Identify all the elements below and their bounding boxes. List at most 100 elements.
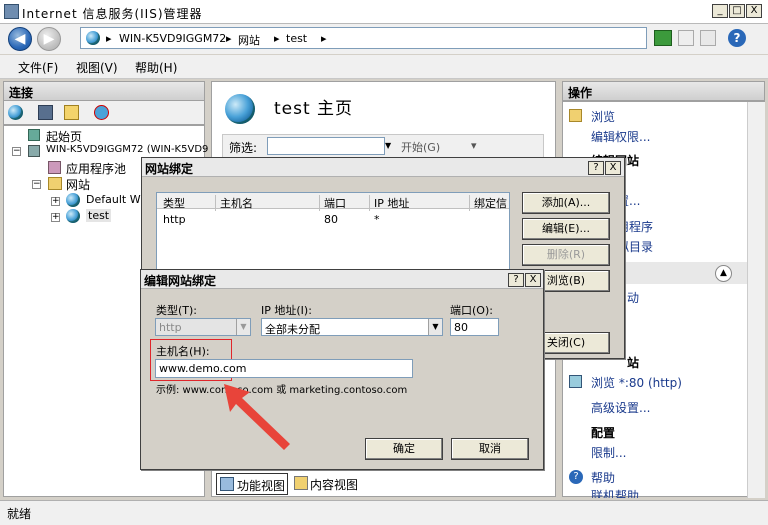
- col-host[interactable]: 主机名: [215, 195, 253, 211]
- action-browse-port-80[interactable]: 浏览 *:80 (http): [591, 374, 682, 391]
- breadcrumb-test[interactable]: test: [286, 32, 307, 45]
- action-browse[interactable]: 浏览: [591, 108, 615, 125]
- breadcrumb-sep: ▸: [321, 32, 327, 45]
- tree-item-start-page[interactable]: 起始页: [46, 128, 82, 145]
- collapse-icon[interactable]: ▲: [715, 265, 732, 282]
- breadcrumb-sep: ▸: [226, 32, 232, 45]
- tree-toggle[interactable]: +: [51, 197, 60, 206]
- host-label: 主机名(H):: [156, 345, 210, 358]
- content-view-label: 内容视图: [310, 478, 359, 492]
- edit-binding-title-bar: 编辑网站绑定: [141, 270, 543, 289]
- home-icon[interactable]: [700, 30, 716, 46]
- breadcrumb-sep: ▸: [274, 32, 280, 45]
- back-icon[interactable]: ◀: [8, 27, 32, 51]
- action-edit-permissions[interactable]: 编辑权限...: [591, 128, 650, 145]
- window-title-bar: Internet 信息服务(IIS)管理器 _ □ X: [0, 0, 768, 24]
- tree-item-test[interactable]: test: [86, 209, 112, 222]
- help-icon[interactable]: ?: [728, 29, 746, 47]
- tree-toggle[interactable]: +: [51, 213, 60, 222]
- start-page-icon: [28, 129, 40, 141]
- action-restart[interactable]: 动: [627, 289, 639, 306]
- menu-help[interactable]: 帮助(H): [135, 59, 177, 76]
- server-icon: [28, 145, 40, 157]
- server-globe-icon: [86, 31, 100, 45]
- filter-dropdown-icon[interactable]: ▼: [385, 137, 395, 155]
- connections-header: 连接: [3, 81, 205, 101]
- site-bindings-close-button[interactable]: X: [605, 161, 621, 175]
- type-dropdown-icon: ▼: [236, 319, 250, 335]
- cancel-button[interactable]: 取消: [451, 438, 529, 460]
- tree-toggle[interactable]: −: [32, 180, 41, 189]
- ip-select[interactable]: 全部未分配: [261, 318, 443, 336]
- col-info[interactable]: 绑定信: [469, 195, 509, 211]
- stop-icon[interactable]: [678, 30, 694, 46]
- feature-view-label: 功能视图: [237, 479, 286, 493]
- content-view-icon: [294, 476, 308, 490]
- sites-folder-icon: [48, 177, 62, 190]
- col-port[interactable]: 端口: [319, 195, 346, 211]
- browse-folder-icon: [569, 109, 582, 122]
- refresh-icon[interactable]: [654, 30, 672, 46]
- site-globe-icon: [66, 209, 80, 223]
- ip-label: IP 地址(I):: [261, 304, 312, 317]
- site-bindings-title: 网站绑定: [145, 162, 194, 176]
- section-browse-site: 站: [627, 356, 640, 370]
- start-dropdown-icon[interactable]: ▾: [471, 139, 477, 152]
- breadcrumb[interactable]: ▸ WIN-K5VD9IGGM72 ▸ 网站 ▸ test ▸: [80, 27, 647, 49]
- action-online-help[interactable]: 联机帮助: [591, 487, 639, 498]
- actions-scrollbar[interactable]: [747, 102, 765, 498]
- up-icon[interactable]: [64, 105, 79, 120]
- menu-file[interactable]: 文件(F): [18, 59, 58, 76]
- tree-item-default-site[interactable]: Default W: [86, 193, 141, 206]
- site-globe-icon: [66, 193, 80, 207]
- action-help[interactable]: 帮助: [591, 469, 615, 486]
- row-type[interactable]: http: [163, 213, 186, 226]
- port-label: 端口(O):: [450, 304, 493, 317]
- section-configure: 配置: [591, 426, 616, 440]
- filter-input[interactable]: [267, 137, 385, 155]
- status-bar: 就绪: [0, 500, 768, 525]
- disconnect-icon[interactable]: [94, 105, 109, 120]
- status-text: 就绪: [7, 507, 32, 521]
- add-binding-button[interactable]: 添加(A)...: [522, 192, 610, 214]
- row-port[interactable]: 80: [324, 213, 338, 226]
- col-type[interactable]: 类型: [163, 195, 185, 211]
- edit-binding-help-button[interactable]: ?: [508, 273, 524, 287]
- row-ip[interactable]: *: [374, 213, 380, 226]
- maximize-button[interactable]: □: [729, 4, 745, 18]
- tree-item-server[interactable]: WIN-K5VD9IGGM72 (WIN-K5VD9: [46, 144, 208, 155]
- port-input[interactable]: 80: [450, 318, 499, 336]
- host-input[interactable]: www.demo.com: [155, 359, 413, 378]
- site-bindings-help-button[interactable]: ?: [588, 161, 604, 175]
- type-label: 类型(T):: [156, 304, 198, 317]
- feature-view-tab[interactable]: 功能视图: [216, 473, 288, 495]
- tree-toggle[interactable]: −: [12, 147, 21, 156]
- breadcrumb-sites[interactable]: 网站: [238, 32, 260, 48]
- actions-header: 操作: [562, 81, 765, 101]
- remove-binding-button[interactable]: 删除(R): [522, 244, 610, 266]
- minimize-button[interactable]: _: [712, 4, 728, 18]
- forward-icon[interactable]: ▶: [37, 27, 61, 51]
- close-button[interactable]: X: [746, 4, 762, 18]
- save-icon[interactable]: [38, 105, 53, 120]
- menu-view[interactable]: 视图(V): [76, 59, 118, 76]
- start-filter-button[interactable]: 开始(G): [401, 139, 440, 155]
- connections-toolbar: [3, 101, 205, 125]
- edit-binding-title: 编辑网站绑定: [144, 274, 217, 288]
- ip-dropdown-icon[interactable]: ▼: [428, 319, 442, 335]
- filter-bar: 筛选: ▼ 开始(G) ▾: [222, 134, 544, 158]
- action-advanced-settings[interactable]: 高级设置...: [591, 399, 650, 416]
- edit-binding-close-button[interactable]: X: [525, 273, 541, 287]
- action-limits[interactable]: 限制...: [591, 444, 626, 461]
- filter-label: 筛选:: [229, 141, 258, 155]
- col-ip[interactable]: IP 地址: [369, 195, 409, 211]
- tree-item-app-pools[interactable]: 应用程序池: [66, 160, 126, 177]
- ok-button[interactable]: 确定: [365, 438, 443, 460]
- feature-view-icon: [220, 477, 234, 491]
- connect-icon[interactable]: [8, 105, 23, 120]
- breadcrumb-server[interactable]: WIN-K5VD9IGGM72: [119, 32, 226, 45]
- content-view-tab[interactable]: 内容视图: [292, 473, 364, 495]
- menu-bar: 文件(F) 视图(V) 帮助(H): [0, 55, 768, 79]
- edit-binding-button[interactable]: 编辑(E)...: [522, 218, 610, 240]
- tree-item-sites[interactable]: 网站: [66, 176, 90, 193]
